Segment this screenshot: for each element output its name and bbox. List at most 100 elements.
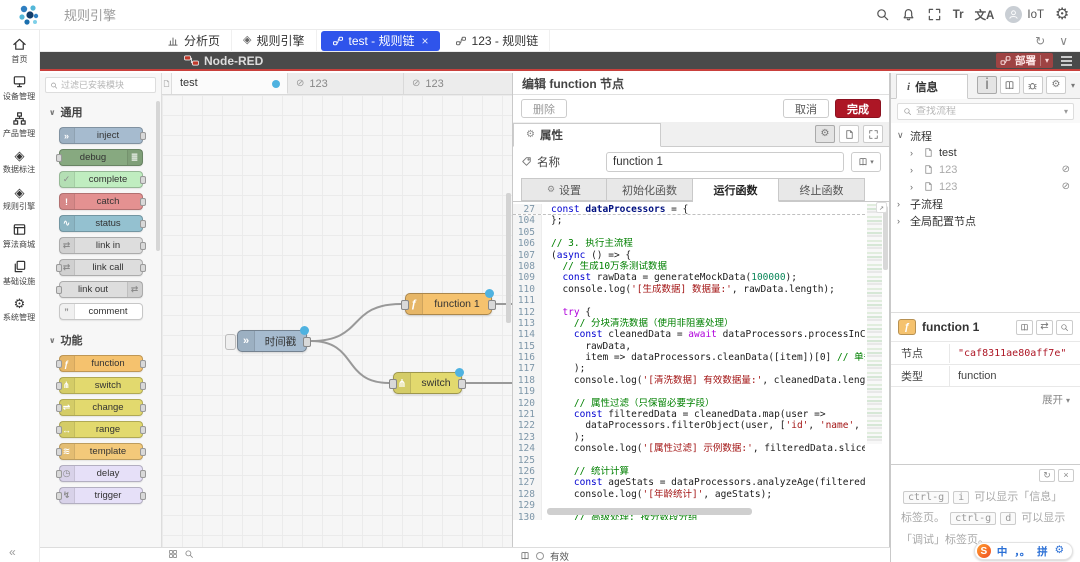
code-editor[interactable]: 27 const dataProcessors = {104}; 105 106// … — [513, 202, 889, 520]
code-line[interactable]: 108 // 生成10万条测试数据 — [513, 260, 865, 273]
palette-node-inject[interactable]: » inject — [58, 127, 146, 144]
flow-list-button[interactable] — [162, 73, 172, 94]
wire[interactable] — [310, 340, 390, 384]
expand-link[interactable]: 展开 ▾ — [891, 387, 1080, 412]
translate-button[interactable]: 文A — [975, 7, 995, 23]
bug-button[interactable] — [1022, 76, 1043, 94]
code-line[interactable]: 119 — [513, 386, 865, 398]
ime-item[interactable]: ，。 — [1014, 544, 1030, 559]
input-port[interactable] — [389, 379, 397, 389]
func-tab-4[interactable]: 终止函数 — [779, 178, 865, 201]
output-port[interactable] — [458, 379, 466, 389]
palette-node-comment[interactable]: ” comment — [58, 303, 143, 320]
palette-node-link-in[interactable]: ⇄ link in — [58, 237, 146, 254]
editor-vscrollbar[interactable] — [883, 206, 888, 270]
code-line[interactable]: 125 — [513, 454, 865, 466]
func-tab-2[interactable]: 初始化函数 — [607, 178, 693, 201]
tree-flow-test[interactable]: › test — [897, 144, 1080, 161]
palette-node-switch[interactable]: ⋔ switch — [55, 377, 146, 394]
flow-search[interactable]: ▾ — [897, 102, 1074, 120]
code-line[interactable]: 112 try { — [513, 306, 865, 318]
workspace-canvas[interactable]: » 时间戳 ƒ function 1 ⋔ switch — [162, 95, 512, 547]
gear-button[interactable]: ⚙ — [815, 125, 835, 143]
code-line[interactable]: 127 const ageStats = dataProcessors.anal… — [513, 477, 865, 489]
navigator-icon[interactable] — [168, 549, 178, 559]
palette-node-debug[interactable]: ≣ debug — [55, 149, 143, 166]
palette-node-delay[interactable]: ◷ delay — [55, 465, 146, 482]
node-name-input[interactable] — [606, 151, 844, 172]
expand-editor-icon[interactable]: ↗ — [876, 202, 887, 213]
code-line[interactable]: 124 console.log('[属性过滤] 示例数据:', filtered… — [513, 443, 865, 455]
code-line[interactable]: 123 ); — [513, 431, 865, 444]
caret-down-icon[interactable]: ▾ — [1064, 107, 1068, 116]
sidebar-item-4[interactable]: ◈ 数据标注 — [0, 145, 39, 178]
code-line[interactable]: 115 rawData, — [513, 340, 865, 353]
tree-root[interactable]: ∨ 流程 — [897, 127, 1080, 144]
file-button[interactable] — [839, 125, 859, 143]
close-icon[interactable]: × — [422, 34, 429, 48]
palette-node-template[interactable]: ≋ template — [55, 443, 146, 460]
tree-group-全局配置节点[interactable]: › 全局配置节点 — [897, 212, 1080, 229]
search-icon[interactable] — [875, 7, 890, 22]
deploy-caret-icon[interactable]: ▾ — [1045, 56, 1049, 65]
canvas-node-function-1[interactable]: ƒ function 1 — [401, 289, 496, 315]
palette-search-input[interactable] — [61, 80, 151, 90]
code-line[interactable]: 113 // 分块清洗数据（使用非阻塞处理） — [513, 317, 865, 330]
tab-properties[interactable]: ⚙ 属性 — [513, 123, 661, 147]
avatar[interactable] — [1005, 6, 1023, 23]
lens-button[interactable] — [1056, 319, 1073, 335]
chevron-down-icon[interactable]: ∨ — [1059, 35, 1068, 47]
sidebar-collapse-button[interactable]: « — [9, 545, 16, 559]
link-button[interactable]: ⇄ — [1036, 319, 1053, 335]
wire[interactable] — [310, 303, 402, 342]
palette-node-status[interactable]: ∿ status — [58, 215, 146, 232]
app-tab-1[interactable]: 分析页 — [156, 29, 233, 52]
flow-search-input[interactable] — [916, 105, 1060, 117]
minimap[interactable] — [867, 204, 882, 444]
palette-node-trigger[interactable]: ↯ trigger — [55, 487, 146, 504]
more-icon[interactable]: ▾ — [1071, 81, 1075, 90]
input-port[interactable] — [401, 300, 409, 310]
code-line[interactable]: 27 const dataProcessors = { — [513, 204, 865, 216]
ime-logo[interactable]: S — [976, 544, 991, 558]
library-button[interactable]: ▾ — [851, 151, 881, 172]
deploy-button[interactable]: 部署 ▾ — [995, 53, 1053, 68]
sidebar-item-6[interactable]: 算法商城 — [0, 219, 39, 252]
done-button[interactable]: 完成 — [835, 99, 881, 118]
palette-node-complete[interactable]: ✓ complete — [58, 171, 146, 188]
palette-section-header[interactable]: ∨ 通用 — [40, 97, 161, 122]
output-port[interactable] — [303, 337, 311, 347]
code-line[interactable]: 114 const cleanedData = await dataProces… — [513, 329, 865, 341]
tab-info[interactable]: i 信息 — [896, 74, 968, 99]
code-line[interactable]: 104}; — [513, 215, 865, 227]
cancel-button[interactable]: 取消 — [783, 99, 829, 118]
delete-button[interactable]: 删除 — [521, 99, 567, 118]
tree-flow-123[interactable]: › 123 ⊘ — [897, 178, 1080, 195]
app-tab-3[interactable]: test - 规则链 × — [320, 30, 440, 51]
code-line[interactable]: 109 const rawData = generateMockData(100… — [513, 272, 865, 284]
book-button[interactable] — [1016, 319, 1033, 335]
zoom-icon[interactable] — [184, 549, 194, 559]
code-line[interactable]: 120 // 属性过滤（只保留必要字段） — [513, 397, 865, 410]
code-line[interactable]: 116 item => dataProcessors.cleanData([it… — [513, 352, 865, 364]
gear-icon[interactable]: ⚙ — [1055, 7, 1070, 23]
func-tab-3[interactable]: 运行函数 — [693, 178, 779, 202]
font-size-button[interactable]: Tr — [953, 9, 964, 21]
code-line[interactable]: 111 — [513, 295, 865, 307]
sidebar-item-3[interactable]: 产品管理 — [0, 108, 39, 141]
palette-node-function[interactable]: ƒ function — [55, 355, 146, 372]
code-line[interactable]: 122 dataProcessors.filterObject(user, ['… — [513, 420, 865, 432]
app-tab-2[interactable]: ◈ 规则引擎 — [232, 29, 317, 52]
fullscreen-button[interactable] — [863, 125, 883, 143]
sidebar-item-5[interactable]: ◈ 规则引擎 — [0, 182, 39, 215]
code-line[interactable]: 107 (async () => { — [513, 249, 865, 261]
canvas-node-时间戳[interactable]: » 时间戳 — [225, 326, 311, 352]
flow-tab-2[interactable]: ⊘ 123 — [288, 73, 404, 94]
code-line[interactable]: 126 // 统计计算 — [513, 465, 865, 478]
palette-node-catch[interactable]: ! catch — [58, 193, 146, 210]
editor-hscrollbar[interactable] — [547, 508, 752, 515]
info-button[interactable]: i — [976, 76, 997, 94]
code-line[interactable]: 105 — [513, 226, 865, 239]
sidebar-item-2[interactable]: 设备管理 — [0, 71, 39, 104]
sidebar-item-7[interactable]: 基础设施 — [0, 256, 39, 289]
